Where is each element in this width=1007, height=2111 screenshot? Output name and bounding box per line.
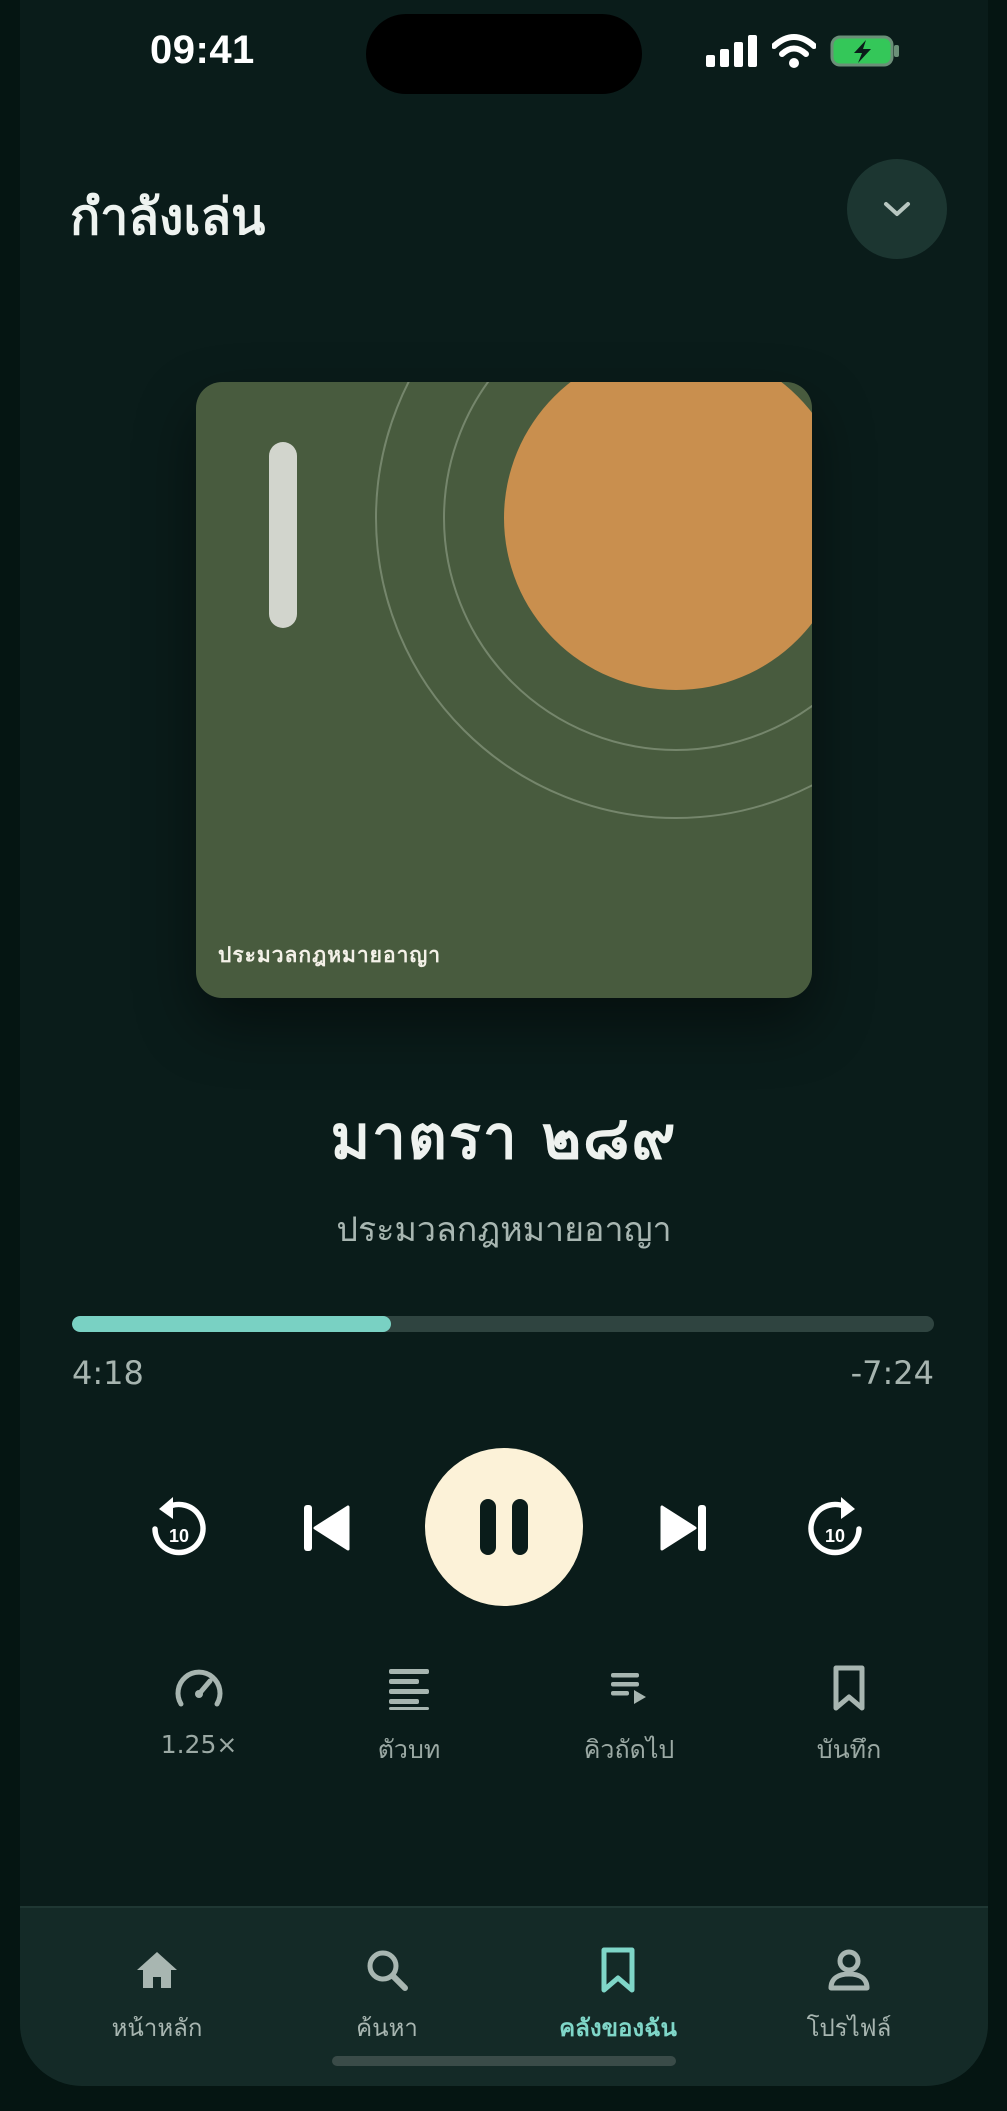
tab-home[interactable]: หน้าหลัก bbox=[57, 1944, 257, 2047]
status-icons bbox=[706, 34, 900, 68]
queue-label: คิวถัดไป bbox=[583, 1735, 675, 1764]
collapse-player-button[interactable] bbox=[847, 159, 947, 259]
search-icon bbox=[367, 1950, 408, 1991]
status-time: 09:41 bbox=[150, 28, 255, 72]
bookmark-label: บันทึก bbox=[816, 1735, 882, 1764]
tab-search[interactable]: ค้นหา bbox=[287, 1944, 487, 2047]
dynamic-island bbox=[366, 14, 642, 94]
transcript-label: ตัวบท bbox=[377, 1735, 441, 1764]
tab-library-label: คลังของฉัน bbox=[559, 2014, 677, 2042]
forward-10-button[interactable]: 10 bbox=[798, 1488, 874, 1568]
transcript-button[interactable]: ตัวบท bbox=[324, 1660, 494, 1770]
bookmark-button[interactable]: บันทึก bbox=[764, 1660, 934, 1770]
cellular-signal-icon bbox=[706, 35, 757, 67]
skip-previous-icon bbox=[304, 1505, 350, 1551]
speedometer-icon bbox=[175, 1669, 223, 1707]
rewind-icon: 10 bbox=[152, 1497, 206, 1556]
tab-library[interactable]: คลังของฉัน bbox=[518, 1944, 718, 2047]
forward-seconds-label: 10 bbox=[825, 1526, 845, 1546]
battery-charging-icon bbox=[830, 35, 899, 67]
bookmark-icon bbox=[601, 1947, 635, 1993]
wifi-icon bbox=[772, 34, 816, 68]
rewind-10-button[interactable]: 10 bbox=[140, 1488, 216, 1568]
fast-forward-icon: 10 bbox=[808, 1497, 862, 1556]
rewind-seconds-label: 10 bbox=[169, 1526, 189, 1546]
elapsed-time: 4:18 bbox=[72, 1354, 144, 1392]
tab-search-label: ค้นหา bbox=[356, 2014, 418, 2042]
remaining-time: -7:24 bbox=[850, 1354, 934, 1392]
progress-fill bbox=[72, 1316, 391, 1332]
pause-button[interactable] bbox=[425, 1448, 583, 1606]
text-lines-icon bbox=[389, 1669, 429, 1710]
person-icon bbox=[828, 1949, 870, 1991]
now-playing-screen: 09:41 กำลังเล่น ประมวลกฎหมายอาญา มาตรา ๒… bbox=[20, 0, 988, 2086]
album-artwork: ประมวลกฎหมายอาญา bbox=[196, 382, 812, 998]
tab-home-label: หน้าหลัก bbox=[111, 2014, 203, 2042]
track-title: มาตรา ๒๘๙ bbox=[330, 1103, 678, 1173]
artwork-caption: ประมวลกฎหมายอาญา bbox=[218, 943, 442, 967]
skip-next-icon bbox=[660, 1505, 706, 1551]
queue-button[interactable]: คิวถัดไป bbox=[544, 1660, 714, 1770]
tab-profile-label: โปรไฟล์ bbox=[806, 2014, 892, 2042]
track-subtitle[interactable]: ประมวลกฎหมายอาญา bbox=[20, 1202, 988, 1256]
pause-icon bbox=[480, 1499, 528, 1555]
bookmark-icon bbox=[833, 1665, 865, 1711]
progress-bar[interactable] bbox=[72, 1316, 934, 1332]
chevron-down-icon bbox=[884, 202, 910, 216]
home-indicator[interactable] bbox=[332, 2056, 676, 2066]
home-icon bbox=[137, 1952, 177, 1988]
page-title: กำลังเล่น bbox=[70, 188, 266, 246]
playback-speed-label: 1.25× bbox=[160, 1730, 238, 1759]
previous-track-button[interactable] bbox=[286, 1488, 366, 1568]
tab-profile[interactable]: โปรไฟล์ bbox=[749, 1944, 949, 2047]
next-track-button[interactable] bbox=[644, 1488, 724, 1568]
playback-speed-button[interactable]: 1.25× bbox=[114, 1660, 284, 1759]
queue-icon bbox=[611, 1673, 646, 1704]
